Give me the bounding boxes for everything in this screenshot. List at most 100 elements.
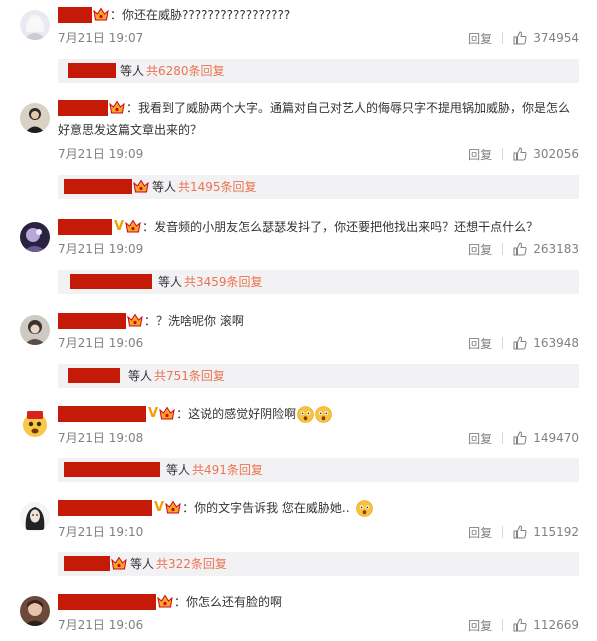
- comment-time: 7月21日 19:06: [58, 618, 144, 632]
- vip-crown-icon: [93, 7, 109, 22]
- comment-time: 7月21日 19:07: [58, 31, 144, 45]
- username-redacted[interactable]: [58, 594, 156, 610]
- divider: [502, 432, 504, 444]
- vip-crown-icon: [165, 500, 181, 515]
- fearful-face-emoji: [297, 406, 314, 423]
- like-button[interactable]: 115192: [513, 525, 579, 539]
- vip-crown-icon: [127, 313, 143, 328]
- like-button[interactable]: 374954: [513, 31, 579, 45]
- like-count: 374954: [533, 31, 579, 45]
- comment-time: 7月21日 19:06: [58, 336, 144, 350]
- thumbs-up-icon: [513, 618, 527, 632]
- sub-replies: 等人 共1495条回复: [58, 175, 579, 199]
- username-redacted[interactable]: [68, 368, 120, 383]
- comment-body: 发音频的小朋友怎么瑟瑟发抖了，你还要把他找出来吗？还想干点什么？: [154, 220, 539, 234]
- vip-crown-icon: [133, 179, 149, 194]
- reply-button[interactable]: 回复: [468, 335, 492, 352]
- username-redacted[interactable]: [58, 406, 146, 422]
- comment-text: V ：你的文字告诉我 您在威胁她..: [58, 500, 373, 517]
- fearful-face-emoji: [355, 500, 373, 517]
- view-replies-link[interactable]: 共322条回复: [156, 557, 227, 571]
- thumbs-up-icon: [513, 242, 527, 256]
- like-count: 302056: [533, 147, 579, 161]
- avatar[interactable]: [20, 315, 50, 345]
- comment-body: 你还在威胁?????????????????: [122, 8, 291, 22]
- username-redacted[interactable]: [58, 100, 108, 116]
- comment-time: 7月21日 19:09: [58, 147, 144, 161]
- comment-body: 这说的感觉好阴险啊: [188, 407, 297, 421]
- username-redacted[interactable]: [64, 179, 132, 194]
- verified-v-icon: V: [154, 500, 165, 515]
- like-button[interactable]: 302056: [513, 147, 579, 161]
- sub-replies: 等人 共322条回复: [58, 552, 579, 576]
- comment-text: ：我看到了威胁两个大字。通篇对自己对艺人的侮辱只字不提甩锅加威胁，你是怎么: [58, 100, 570, 116]
- avatar[interactable]: [20, 408, 50, 438]
- sub-replies: 等人 共3459条回复: [58, 270, 579, 294]
- view-replies-link[interactable]: 共751条回复: [154, 369, 225, 383]
- like-button[interactable]: 149470: [513, 431, 579, 445]
- reply-button[interactable]: 回复: [468, 146, 492, 163]
- username-redacted[interactable]: [64, 462, 160, 477]
- username-redacted[interactable]: [58, 500, 152, 516]
- username-redacted[interactable]: [58, 7, 92, 23]
- comment-time: 7月21日 19:09: [58, 242, 144, 256]
- comment-text: V ：这说的感觉好阴险啊: [58, 406, 332, 423]
- vip-crown-icon: [159, 406, 175, 421]
- comment-actions: 回复 163948: [468, 334, 579, 352]
- like-count: 263183: [533, 242, 579, 256]
- divider: [502, 148, 504, 160]
- view-replies-link[interactable]: 共3459条回复: [184, 275, 263, 289]
- username-redacted[interactable]: [68, 63, 116, 78]
- thumbs-up-icon: [513, 431, 527, 445]
- reply-button[interactable]: 回复: [468, 524, 492, 541]
- view-replies-link[interactable]: 共491条回复: [192, 463, 263, 477]
- avatar[interactable]: [20, 103, 50, 133]
- vip-crown-icon: [157, 594, 173, 609]
- sub-replies: 等人 共751条回复: [58, 364, 579, 388]
- like-button[interactable]: 163948: [513, 336, 579, 350]
- comment-text-continued: 好意思发这篇文章出来的？: [58, 123, 203, 137]
- avatar[interactable]: [20, 10, 50, 40]
- vip-crown-icon: [109, 100, 125, 115]
- avatar[interactable]: [20, 222, 50, 252]
- verified-v-icon: V: [114, 219, 125, 234]
- username-redacted[interactable]: [58, 313, 126, 329]
- username-redacted[interactable]: [70, 274, 152, 289]
- verified-v-icon: V: [148, 406, 159, 421]
- comment-actions: 回复 263183: [468, 240, 579, 258]
- comment-text: ：你还在威胁?????????????????: [58, 7, 290, 23]
- like-button[interactable]: 263183: [513, 242, 579, 256]
- comment-actions: 回复 302056: [468, 145, 579, 163]
- username-redacted[interactable]: [64, 556, 110, 571]
- reply-button[interactable]: 回复: [468, 241, 492, 258]
- divider: [502, 32, 504, 44]
- vip-crown-icon: [125, 219, 141, 234]
- divider: [502, 526, 504, 538]
- like-button[interactable]: 112669: [513, 618, 579, 632]
- avatar[interactable]: [20, 502, 50, 532]
- comment-actions: 回复 115192: [468, 523, 579, 541]
- divider: [502, 337, 504, 349]
- view-replies-link[interactable]: 共6280条回复: [146, 64, 225, 78]
- view-replies-link[interactable]: 共1495条回复: [178, 180, 257, 194]
- reply-button[interactable]: 回复: [468, 430, 492, 447]
- comment-body: 你的文字告诉我 您在威胁她..: [194, 501, 350, 515]
- comment-body: 你怎么还有脸的啊: [186, 595, 283, 609]
- comment-actions: 回复 149470: [468, 429, 579, 447]
- comment-text: ：你怎么还有脸的啊: [58, 594, 282, 610]
- comment-body: ？洗啥呢你 滚啊: [156, 314, 244, 328]
- divider: [502, 243, 504, 255]
- vip-crown-icon: [111, 556, 127, 571]
- thumbs-up-icon: [513, 525, 527, 539]
- comment-text: V ：发音频的小朋友怎么瑟瑟发抖了，你还要把他找出来吗？还想干点什么？: [58, 219, 538, 235]
- comment-actions: 回复 112669: [468, 616, 579, 634]
- avatar[interactable]: [20, 596, 50, 626]
- reply-button[interactable]: 回复: [468, 30, 492, 47]
- thumbs-up-icon: [513, 31, 527, 45]
- comment-body: 我看到了威胁两个大字。通篇对自己对艺人的侮辱只字不提甩锅加威胁，你是怎么: [138, 101, 571, 115]
- reply-button[interactable]: 回复: [468, 617, 492, 634]
- like-count: 112669: [533, 618, 579, 632]
- comment-actions: 回复 374954: [468, 29, 579, 47]
- username-redacted[interactable]: [58, 219, 112, 235]
- comment-time: 7月21日 19:10: [58, 525, 144, 539]
